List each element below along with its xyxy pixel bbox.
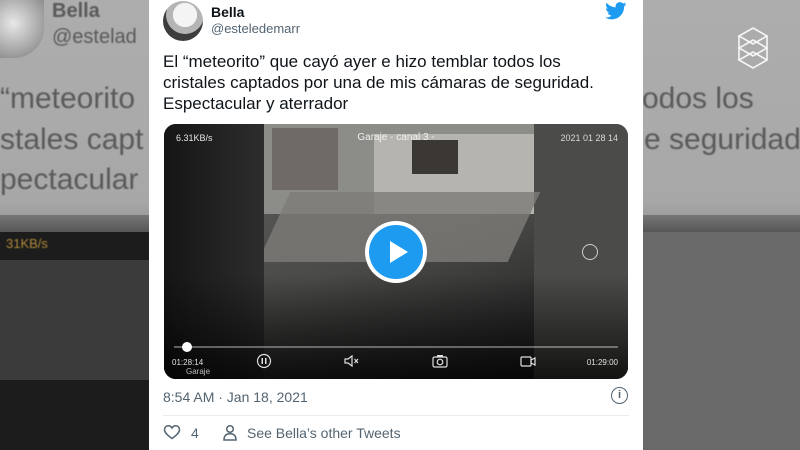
backdrop-name: Bella bbox=[52, 0, 100, 22]
tweet-timestamp[interactable]: 8:54 AM · Jan 18, 2021 bbox=[163, 389, 308, 405]
like-count: 4 bbox=[191, 425, 199, 441]
video-end-time: 01:29:00 bbox=[586, 358, 618, 367]
backdrop-handle: @estelad bbox=[52, 26, 137, 48]
backdrop-line1: “meteorito bbox=[0, 82, 136, 115]
rotate-icon[interactable] bbox=[582, 244, 598, 260]
backdrop-line2: stales capt bbox=[0, 123, 144, 156]
info-icon[interactable]: i bbox=[611, 387, 628, 404]
avatar[interactable] bbox=[163, 1, 203, 41]
play-button[interactable] bbox=[365, 221, 427, 283]
tweet-text-line: cristales captados por una de mis cámara… bbox=[163, 73, 594, 92]
backdrop-speed: 31KB/s bbox=[6, 236, 48, 251]
backdrop-line3: pectacular bbox=[0, 163, 139, 196]
tweet-text: El “meteorito” que cayó ayer e hizo temb… bbox=[163, 51, 633, 114]
video-scene-shadow bbox=[164, 274, 628, 379]
video-camera-title: Garaje - canal 3 - bbox=[357, 132, 435, 143]
tweet-card: Bella @esteledemarr El “meteorito” que c… bbox=[149, 0, 643, 450]
person-icon bbox=[223, 424, 237, 441]
video-camera-label: Garaje bbox=[186, 367, 211, 376]
backdrop-line1b: odos los bbox=[642, 82, 754, 115]
video-player[interactable]: 6.31KB/s Garaje - canal 3 - 2021 01 28 1… bbox=[164, 124, 628, 379]
pause-icon[interactable] bbox=[255, 353, 273, 369]
heart-icon[interactable] bbox=[163, 424, 181, 440]
divider bbox=[163, 415, 629, 416]
mute-icon[interactable] bbox=[343, 353, 361, 369]
video-progress-track[interactable] bbox=[174, 346, 618, 348]
twitter-bird-icon[interactable] bbox=[605, 2, 627, 20]
tweet-text-line: Espectacular y aterrador bbox=[163, 94, 349, 113]
video-current-time: 01:28:14 bbox=[172, 358, 204, 367]
video-scene-window bbox=[412, 140, 458, 174]
user-handle[interactable]: @esteledemarr bbox=[211, 21, 300, 36]
record-icon[interactable] bbox=[519, 353, 537, 369]
tweet-text-line: El “meteorito” que cayó ayer e hizo temb… bbox=[163, 52, 561, 71]
watermark-icon bbox=[737, 27, 769, 69]
see-other-tweets-link[interactable]: See Bella’s other Tweets bbox=[247, 425, 401, 441]
display-name[interactable]: Bella bbox=[211, 4, 244, 20]
backdrop-line2b: e seguridad bbox=[644, 123, 800, 156]
camera-icon[interactable] bbox=[431, 353, 449, 369]
play-icon bbox=[369, 225, 423, 279]
backdrop-video-light bbox=[640, 232, 800, 450]
video-date: 2021 01 28 14 bbox=[560, 133, 618, 143]
backdrop-video-mid bbox=[0, 260, 160, 380]
